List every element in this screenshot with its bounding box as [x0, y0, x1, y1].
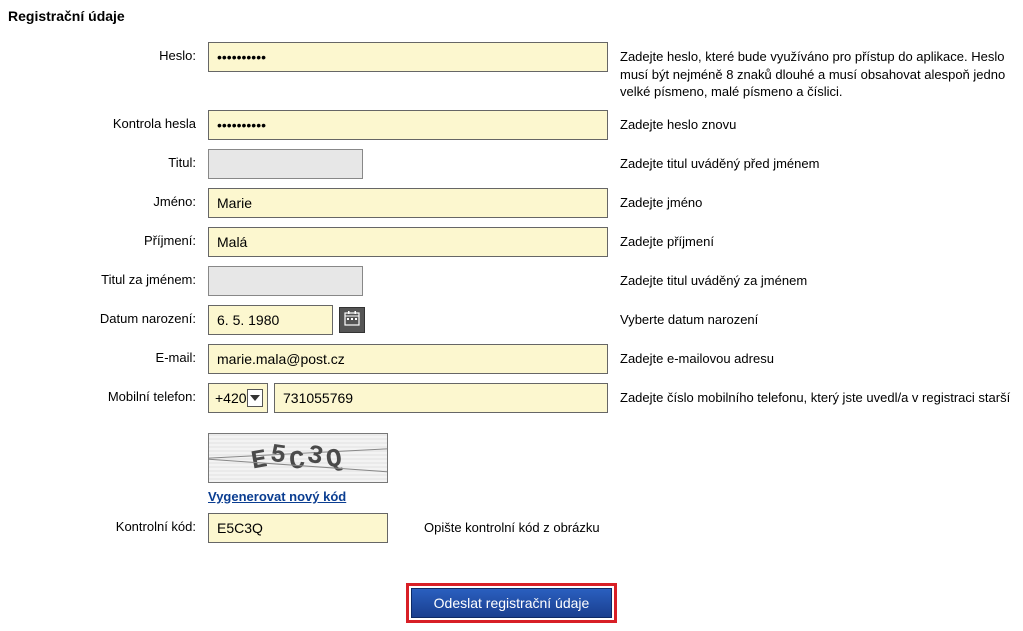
label-password: Heslo:: [8, 42, 208, 63]
phone-input[interactable]: [274, 383, 608, 413]
submit-button[interactable]: Odeslat registrační údaje: [411, 588, 613, 618]
title-before-input[interactable]: [208, 149, 363, 179]
hint-first-name: Zadejte jméno: [608, 188, 1015, 212]
first-name-input[interactable]: [208, 188, 608, 218]
row-first-name: Jméno: Zadejte jméno: [8, 188, 1015, 218]
row-dob: Datum narození: Vyberte datum narození: [8, 305, 1015, 335]
label-title-before: Titul:: [8, 149, 208, 170]
phone-prefix-select[interactable]: +420: [208, 383, 268, 413]
hint-password: Zadejte heslo, které bude využíváno pro …: [608, 42, 1015, 101]
hint-last-name: Zadejte příjmení: [608, 227, 1015, 251]
control-code-input[interactable]: [208, 513, 388, 543]
email-input[interactable]: [208, 344, 608, 374]
row-title-before: Titul: Zadejte titul uváděný před jménem: [8, 149, 1015, 179]
hint-dob: Vyberte datum narození: [608, 305, 1015, 329]
hint-phone: Zadejte číslo mobilního telefonu, který …: [608, 383, 1015, 407]
label-dob: Datum narození:: [8, 305, 208, 326]
phone-prefix-value: +420: [215, 390, 247, 406]
submit-highlight: Odeslat registrační údaje: [406, 583, 618, 623]
last-name-input[interactable]: [208, 227, 608, 257]
hint-email: Zadejte e-mailovou adresu: [608, 344, 1015, 368]
row-title-after: Titul za jménem: Zadejte titul uváděný z…: [8, 266, 1015, 296]
captcha-image: E5C3Q: [208, 433, 388, 483]
calendar-button[interactable]: [339, 307, 365, 333]
label-last-name: Příjmení:: [8, 227, 208, 248]
submit-row: Odeslat registrační údaje: [8, 583, 1015, 623]
label-email: E-mail:: [8, 344, 208, 365]
calendar-icon: [344, 310, 360, 329]
label-control-code: Kontrolní kód:: [8, 513, 208, 534]
hint-title-before: Zadejte titul uváděný před jménem: [608, 149, 1015, 173]
password-input[interactable]: [208, 42, 608, 72]
row-password-confirm: Kontrola hesla Zadejte heslo znovu: [8, 110, 1015, 140]
row-captcha: E5C3Q Vygenerovat nový kód: [8, 433, 1015, 504]
row-password: Heslo: Zadejte heslo, které bude využívá…: [8, 42, 1015, 101]
dob-input[interactable]: [208, 305, 333, 335]
label-title-after: Titul za jménem:: [8, 266, 208, 287]
row-email: E-mail: Zadejte e-mailovou adresu: [8, 344, 1015, 374]
chevron-down-icon: [247, 389, 263, 407]
row-control-code: Kontrolní kód: Opište kontrolní kód z ob…: [8, 513, 1015, 543]
label-password-confirm: Kontrola hesla: [8, 110, 208, 131]
password-confirm-input[interactable]: [208, 110, 608, 140]
label-phone: Mobilní telefon:: [8, 383, 208, 404]
label-first-name: Jméno:: [8, 188, 208, 209]
regenerate-captcha-link[interactable]: Vygenerovat nový kód: [208, 489, 608, 504]
row-phone: Mobilní telefon: +420 Zadejte číslo mobi…: [8, 383, 1015, 413]
page-title: Registrační údaje: [8, 8, 1015, 24]
hint-control-code: Opište kontrolní kód z obrázku: [424, 520, 600, 535]
hint-title-after: Zadejte titul uváděný za jménem: [608, 266, 1015, 290]
title-after-input[interactable]: [208, 266, 363, 296]
row-last-name: Příjmení: Zadejte příjmení: [8, 227, 1015, 257]
hint-password-confirm: Zadejte heslo znovu: [608, 110, 1015, 134]
